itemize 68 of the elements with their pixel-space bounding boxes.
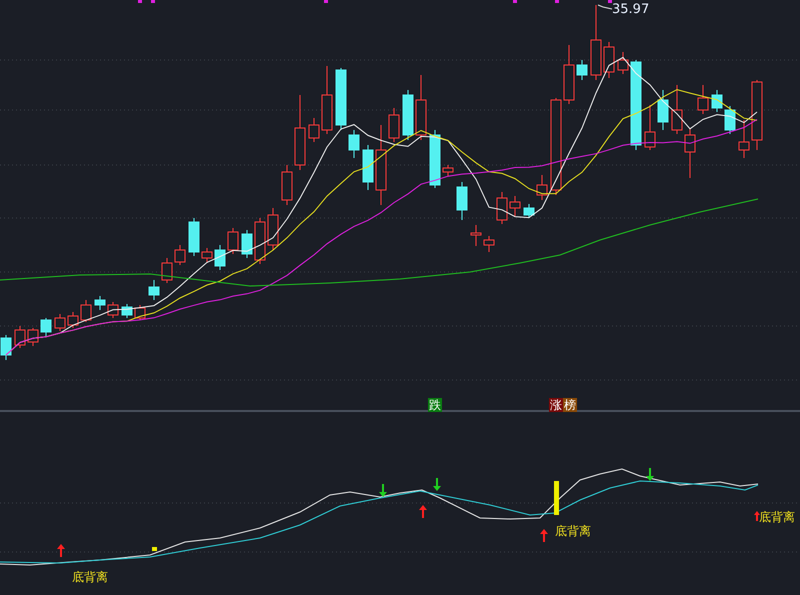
candlestick [456, 182, 468, 220]
candlestick [188, 218, 200, 256]
candlestick [496, 192, 508, 224]
candlestick [658, 90, 668, 130]
candlestick [94, 296, 106, 310]
candlestick [282, 164, 292, 206]
candlestick [80, 300, 92, 322]
signal-tag: 榜 [563, 398, 577, 412]
signal-bar [554, 481, 559, 515]
signal-mark [152, 547, 157, 551]
candlestick [122, 304, 132, 318]
candlestick [576, 60, 588, 80]
candlestick [68, 312, 78, 328]
candlestick [202, 248, 212, 262]
candlestick [322, 66, 332, 134]
up-arrow-icon [540, 529, 548, 542]
candlestick [564, 44, 574, 104]
high-price-label: 35.97 [612, 3, 650, 17]
down-arrow-icon [379, 484, 387, 497]
candlestick [388, 108, 400, 142]
divergence-label: 底背离 [72, 570, 108, 584]
candlestick [724, 106, 736, 134]
candlestick [536, 174, 548, 200]
candlestick [618, 52, 628, 74]
candlestick [484, 236, 494, 252]
candlestick [402, 90, 414, 140]
candlestick [644, 104, 656, 150]
down-arrow-icon [646, 468, 654, 481]
candlestick [362, 144, 374, 190]
candlestick [228, 228, 238, 254]
candlestick [28, 328, 38, 346]
candlestick [684, 128, 696, 178]
signal-tag: 跌 [428, 398, 442, 412]
candlestick [14, 326, 26, 348]
candlestick [0, 334, 12, 360]
candlestick [442, 164, 454, 176]
candlestick [698, 84, 708, 114]
up-arrow-icon [419, 505, 427, 518]
candlestick [162, 258, 172, 284]
candlestick [416, 74, 426, 140]
candlestick [672, 84, 682, 134]
divergence-label: 底背离 [555, 524, 591, 538]
divergence-label: 底背离 [759, 510, 795, 524]
candlestick [254, 218, 266, 264]
candlestick [470, 224, 482, 246]
candlestick [524, 204, 534, 218]
up-arrow-icon [57, 544, 65, 557]
candlestick [40, 318, 52, 336]
candlestick [54, 314, 66, 332]
candlestick [752, 80, 762, 150]
candlestick [336, 68, 346, 130]
candlestick [308, 118, 320, 142]
up-arrow-icon [754, 511, 760, 521]
candlestick [242, 230, 252, 258]
down-arrow-icon [433, 478, 441, 491]
candlestick [108, 302, 118, 318]
candlestick [348, 130, 360, 158]
candlestick [214, 244, 226, 270]
candlestick [174, 244, 186, 266]
candlestick [738, 120, 750, 158]
candlestick [604, 42, 614, 78]
candlestick [148, 280, 160, 300]
candlestick [430, 130, 440, 188]
candlestick [268, 208, 278, 250]
signal-tag: 涨 [549, 398, 563, 412]
candlestick [510, 196, 520, 216]
candlestick [712, 90, 722, 112]
leader-line [598, 4, 612, 10]
